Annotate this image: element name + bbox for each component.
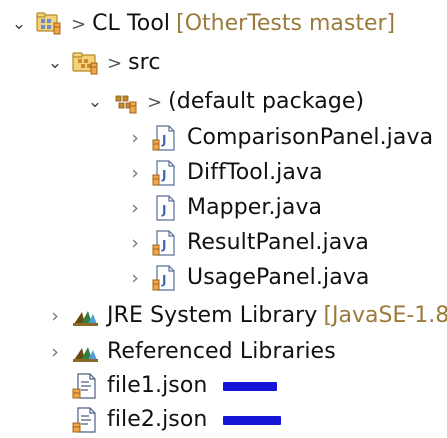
java-file-icon: J <box>151 159 179 187</box>
svg-text:J: J <box>161 238 166 252</box>
project-decoration: [OtherTests master] <box>176 11 396 36</box>
file-label: ResultPanel.java <box>187 230 370 255</box>
project-name: CL Tool <box>92 11 171 36</box>
java-project-icon <box>35 10 63 38</box>
tree-row-file[interactable]: › J ComparisonPanel.java <box>126 120 433 156</box>
default-package-label: (default package) <box>168 89 365 114</box>
redaction-bar <box>223 381 278 391</box>
src-prefix: > <box>107 52 123 74</box>
tree-row-file[interactable]: › J DiffTool.java <box>126 155 323 191</box>
tree-row-project[interactable]: ⌄ > CL Tool [OtherTests master] <box>10 6 395 42</box>
collapse-toggle-icon[interactable]: › <box>126 163 144 182</box>
svg-text:J: J <box>161 133 166 147</box>
library-icon <box>71 302 99 330</box>
java-file-icon: J <box>151 124 179 152</box>
java-file-icon: J <box>151 229 179 257</box>
referenced-libraries-label: Referenced Libraries <box>107 339 336 364</box>
expand-toggle-icon[interactable]: ⌄ <box>86 93 104 111</box>
tree-row-referenced-libraries[interactable]: › Referenced Libraries <box>46 334 336 370</box>
collapse-toggle-icon[interactable]: › <box>126 268 144 287</box>
tree-row-json-file[interactable]: file2.json <box>71 402 282 438</box>
collapse-toggle-icon[interactable]: › <box>126 233 144 252</box>
collapse-toggle-icon[interactable]: › <box>46 306 64 325</box>
collapse-toggle-icon[interactable]: › <box>126 128 144 147</box>
package-prefix: > <box>147 91 163 113</box>
tree-row-default-package[interactable]: ⌄ > (default package) <box>86 84 364 120</box>
file-label: DiffTool.java <box>187 160 323 185</box>
jre-library-label: JRE System Library <box>107 303 318 328</box>
collapse-toggle-icon[interactable]: › <box>126 198 144 217</box>
json-file-label: file2.json <box>107 407 208 432</box>
json-file-icon <box>71 372 99 400</box>
tree-row-file[interactable]: › J UsagePanel.java <box>126 260 369 296</box>
expand-toggle-icon[interactable]: ⌄ <box>46 54 64 72</box>
json-file-icon <box>71 406 99 434</box>
package-folder-icon <box>71 49 99 77</box>
expand-toggle-icon[interactable]: ⌄ <box>10 15 28 33</box>
package-icon <box>111 88 139 116</box>
tree-row-json-file[interactable]: file1.json <box>71 368 278 404</box>
svg-text:J: J <box>161 203 166 217</box>
java-file-icon: J <box>151 194 179 222</box>
library-icon <box>71 338 99 366</box>
src-label: src <box>128 50 161 75</box>
java-file-icon: J <box>151 264 179 292</box>
file-label: Mapper.java <box>187 195 323 220</box>
file-label: UsagePanel.java <box>187 265 370 290</box>
tree-row-file[interactable]: › J Mapper.java <box>126 190 322 226</box>
project-explorer-tree: ⌄ > CL Tool [OtherTests master] ⌄ > src … <box>0 0 447 438</box>
json-file-label: file1.json <box>107 373 208 398</box>
tree-row-src[interactable]: ⌄ > src <box>46 45 161 81</box>
tree-row-jre-library[interactable]: › JRE System Library [JavaSE-1.8] <box>46 298 447 334</box>
redaction-bar <box>223 415 282 425</box>
tree-row-file[interactable]: › J ResultPanel.java <box>126 225 369 261</box>
svg-text:J: J <box>161 273 166 287</box>
svg-text:J: J <box>161 168 166 182</box>
file-label: ComparisonPanel.java <box>187 125 434 150</box>
jre-library-decoration: [JavaSE-1.8] <box>323 303 447 328</box>
collapse-toggle-icon[interactable]: › <box>46 342 64 361</box>
project-prefix: > <box>71 13 87 35</box>
